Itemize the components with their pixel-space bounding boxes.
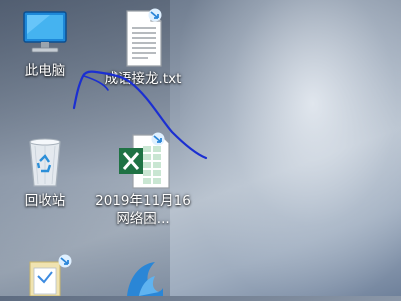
blue-ink-scribble	[72, 70, 208, 160]
